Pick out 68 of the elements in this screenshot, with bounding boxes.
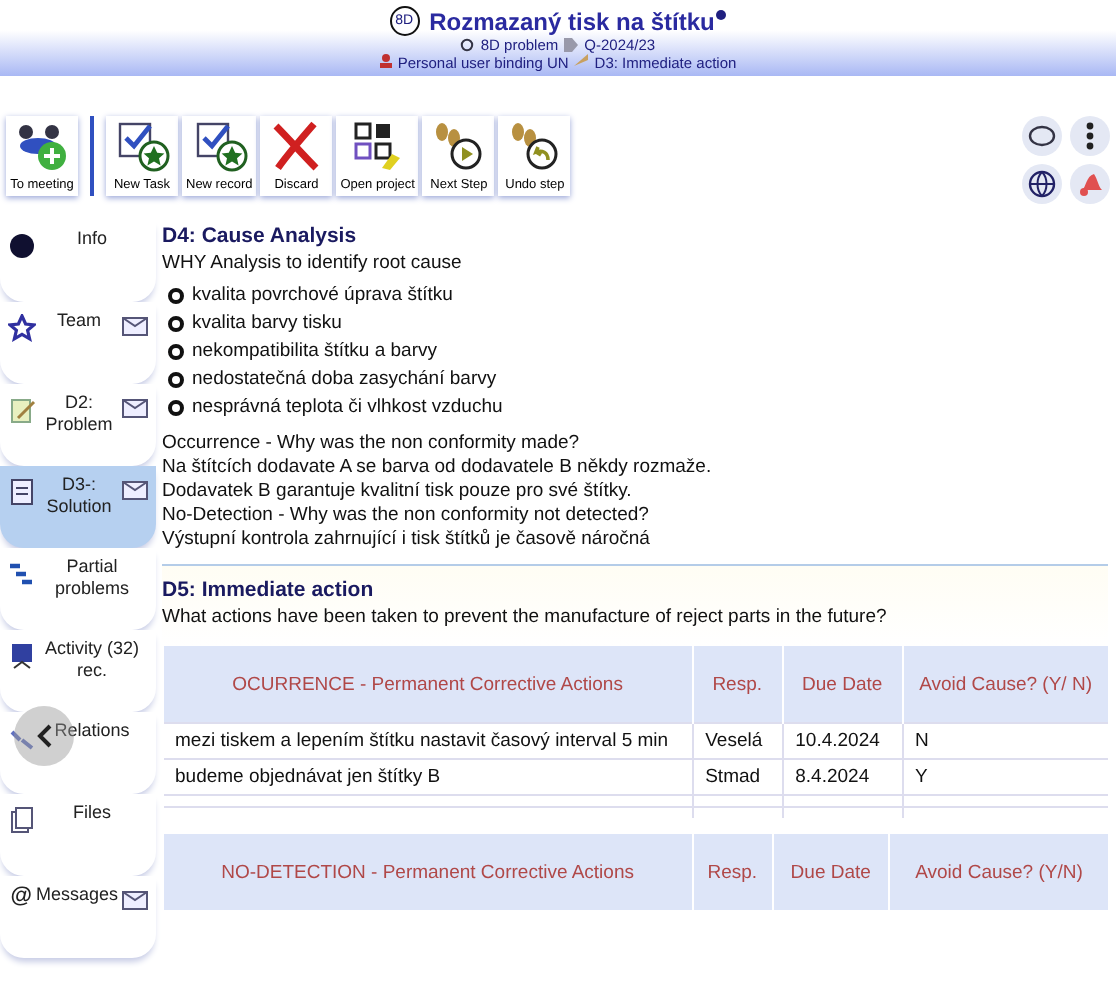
checklist-icon [191,120,248,172]
section-title: D4: Cause Analysis [162,224,359,248]
question-text: What actions have been taken to prevent the manufacture of reject parts in the future? [162,606,889,630]
chevron-left-icon [36,724,52,748]
chat-button[interactable] [1022,116,1062,156]
cause-item: nesprávná teplota či vlhkost vzduchu [192,394,503,422]
table-cell: budeme objednávat jen štítky B [163,759,693,795]
column-header: Due Date [772,834,890,910]
sidebar-item[interactable]: D2: Problem [0,384,156,466]
analysis-text: Výstupní kontrola zahrnující i tisk štítků je časově náročná [162,528,652,552]
dot-icon [716,10,727,20]
circle-icon [8,232,36,260]
person-icon [379,54,392,68]
cause-item: kvalita povrchové úprava štítku [192,282,453,310]
sidebar-item[interactable]: @ Messages [0,876,156,958]
grid-icon [349,120,406,172]
bullet-icon [168,288,184,304]
sidebar-item[interactable]: Relations [0,712,156,794]
table-cell: 10.4.2024 [782,723,903,759]
analysis-text: Dodavatek B garantuje kvalitní tisk pouze pro své štítky. [162,480,634,504]
hierarchy-icon [8,560,36,588]
analysis-text: No-Detection - Why was the non conformity not detected? [162,504,651,528]
sidebar-item[interactable]: Files [0,794,156,876]
table-cell: Stmad [692,759,783,795]
table-cell: Y [902,759,1108,795]
sidebar-item[interactable]: Team [0,302,156,384]
bell-icon [1076,169,1104,197]
pencil-icon [574,54,589,66]
chat-icon [1028,124,1056,148]
alarm-button[interactable] [1070,163,1110,203]
table-cell: 8.4.2024 [782,759,903,795]
tag-icon [564,38,579,52]
column-header: Avoid Cause? (Y/N) [889,834,1108,910]
globe-icon [1028,169,1056,197]
cause-item: nedostatečná doba zasychání barvy [192,366,497,394]
menu-icon [1086,122,1094,150]
sidebar-item[interactable]: Info [0,220,156,302]
at-icon: @ [8,884,32,908]
bullet-icon [168,372,184,388]
column-header: Avoid Cause? (Y/ N) [902,646,1108,723]
checklist-icon [114,120,170,172]
menu-button[interactable] [1070,116,1110,156]
people-icon [14,120,70,172]
analysis-text: Na štítcích dodavate A se barva od dodavatele B někdy rozmaže. [162,456,714,480]
section-subtitle: WHY Analysis to identify root cause [162,252,464,276]
cause-item: kvalita barvy tisku [192,310,342,338]
column-header: OCURRENCE - Permanent Corrective Actions [163,646,693,723]
sidebar-item[interactable]: D3-: Solution [0,466,156,548]
column-header: Resp. [692,834,773,910]
column-header: NO-DETECTION - Permanent Corrective Actions [163,834,693,910]
table-cell: N [902,723,1108,759]
footprints-icon [430,120,487,172]
column-header: Resp. [692,646,783,723]
bullet-icon [168,344,184,360]
cause-item: nekompatibilita štítku a barvy [192,338,438,366]
sidebar-item[interactable]: Activity (32) rec. [0,630,156,712]
window-title: Rozmazaný tisk na štítku [429,7,715,35]
column-header: Due Date [782,646,903,723]
footprints-icon [506,120,563,172]
table-cell: Veselá [692,723,783,759]
bullet-icon [168,316,184,332]
bullet-icon [168,400,184,416]
globe-button[interactable] [1022,163,1062,203]
analysis-text: Occurrence - Why was the non conformity made? [162,432,582,456]
sidebar-item[interactable]: Partial problems [0,548,156,630]
section-title: D5: Immediate action [162,578,376,602]
table-cell: mezi tiskem a lepením štítku nastavit časový interval 5 min [163,723,693,759]
star-icon [8,314,36,342]
